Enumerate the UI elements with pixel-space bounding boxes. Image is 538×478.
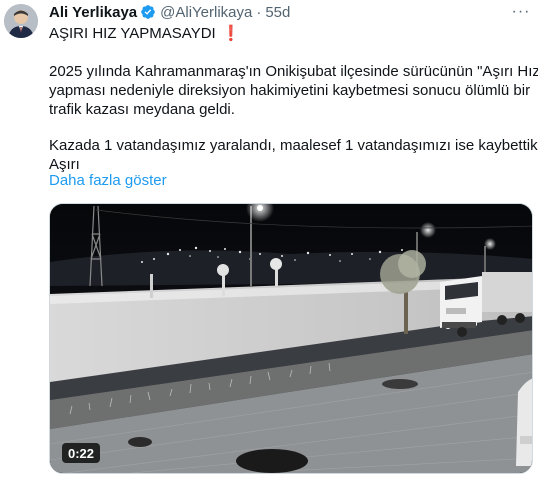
- show-more-link[interactable]: Daha fazla göster: [49, 172, 167, 189]
- author-handle[interactable]: @AliYerlikaya: [160, 4, 252, 21]
- avatar[interactable]: [4, 4, 38, 38]
- tweet-paragraph-1: 2025 yılında Kahramanmaraş'ın Onikişubat…: [49, 62, 538, 119]
- tweet-card[interactable]: Ali Yerlikaya @AliYerlikaya · 55d ··· AŞ…: [0, 0, 538, 478]
- headline-text: AŞIRI HIZ YAPMASAYDI: [49, 25, 216, 42]
- video-player[interactable]: 0:22: [49, 203, 533, 474]
- video-thumbnail: [50, 204, 532, 473]
- tweet-paragraph-2: Kazada 1 vatandaşımız yaralandı, maalese…: [49, 136, 538, 174]
- paragraph-line: Kazada 1 vatandaşımız yaralandı, maalese…: [49, 137, 538, 154]
- tweet-timestamp[interactable]: 55d: [265, 4, 290, 21]
- exclamation-icon: ❗: [221, 25, 241, 42]
- verified-badge-icon: [140, 4, 156, 20]
- video-duration-badge: 0:22: [62, 443, 101, 463]
- more-options-icon[interactable]: ···: [510, 2, 532, 22]
- separator-dot: ·: [256, 3, 262, 21]
- paragraph-line: 2025 yılında Kahramanmaraş'ın Onikişubat…: [49, 63, 538, 80]
- paragraph-line: yapması nedeniyle direksiyon hakimiyetin…: [49, 82, 531, 99]
- tweet-headline: AŞIRI HIZ YAPMASAYDI ❗: [49, 24, 533, 43]
- paragraph-line: trafik kazası meydana geldi.: [49, 101, 235, 118]
- avatar-image: [4, 4, 38, 38]
- tweet-header: Ali Yerlikaya @AliYerlikaya · 55d: [49, 2, 290, 22]
- author-name[interactable]: Ali Yerlikaya: [49, 4, 137, 21]
